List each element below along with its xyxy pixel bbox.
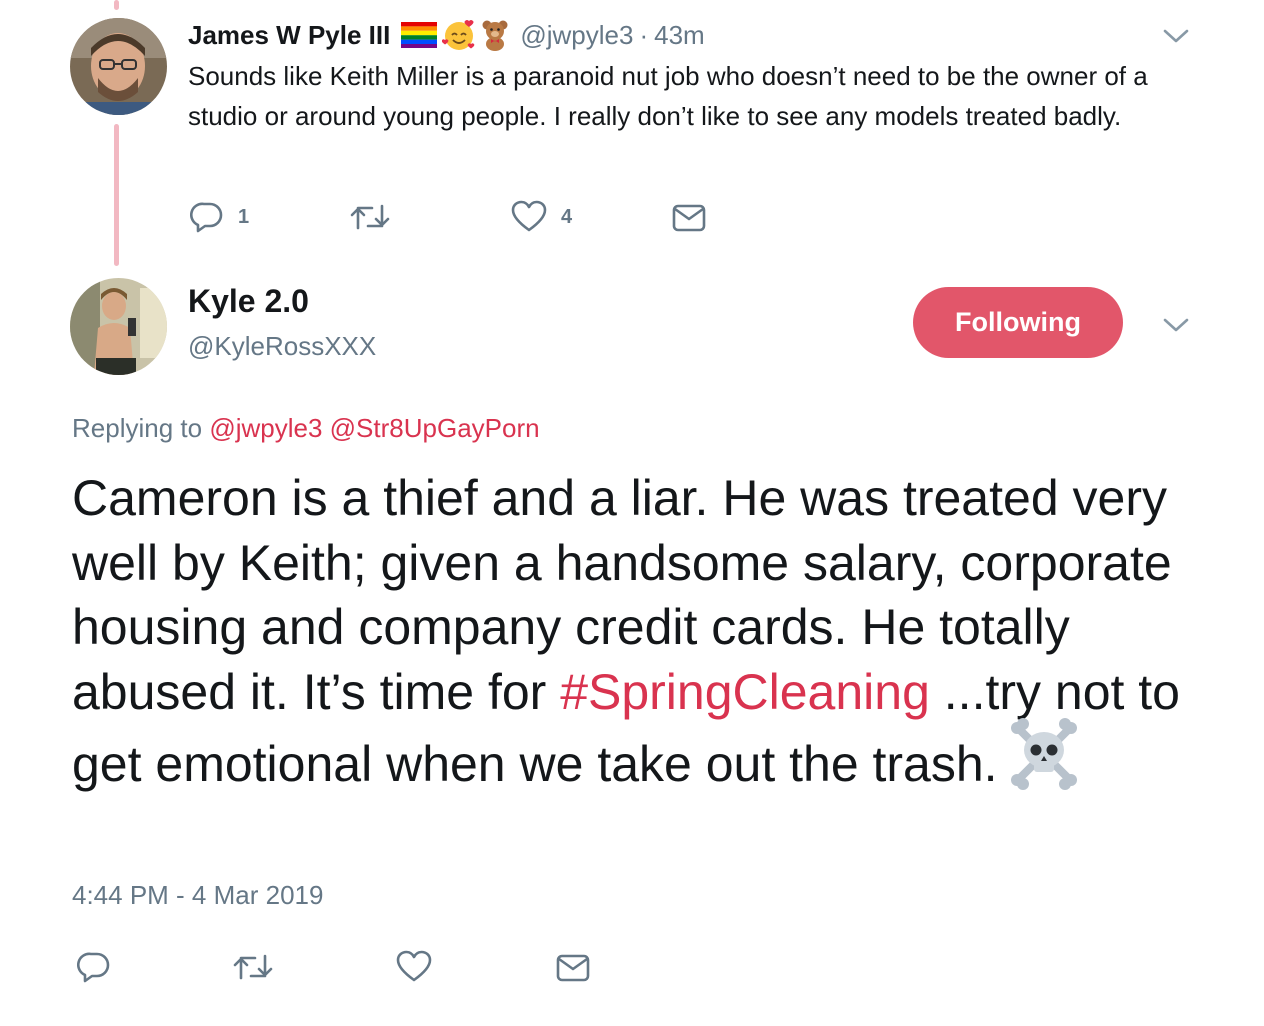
- tweet-timestamp[interactable]: 4:44 PM - 4 Mar 2019: [72, 880, 323, 911]
- reply-action[interactable]: 1: [190, 200, 249, 234]
- retweet-icon[interactable]: [350, 200, 390, 234]
- dm-action[interactable]: [672, 203, 706, 233]
- reply-icon[interactable]: [190, 200, 224, 234]
- dm-action[interactable]: [556, 953, 590, 983]
- replying-to: Replying to @jwpyle3 @Str8UpGayPorn: [72, 413, 540, 444]
- rainbow-flag-icon: [400, 21, 439, 49]
- reply-author-handle[interactable]: @jwpyle3: [520, 20, 633, 51]
- reply-tweet-text: Sounds like Keith Miller is a paranoid n…: [188, 61, 1148, 131]
- avatar-kylerossxxx[interactable]: [70, 278, 167, 375]
- avatar-jwpyle3[interactable]: [70, 18, 167, 115]
- main-tweet-text: Cameron is a thief and a liar. He was tr…: [72, 466, 1212, 812]
- chevron-down-icon[interactable]: [1162, 315, 1190, 335]
- reply-action[interactable]: [77, 950, 111, 984]
- main-author-name[interactable]: Kyle 2.0: [188, 283, 309, 320]
- name-emojis: [400, 18, 510, 52]
- reply-tweet-header: James W Pyle III @jwpyle3 · 43m: [188, 15, 705, 55]
- like-icon[interactable]: [396, 950, 432, 984]
- reply-icon[interactable]: [77, 950, 111, 984]
- reply-author-name[interactable]: James W Pyle III: [188, 20, 390, 51]
- dm-icon[interactable]: [672, 203, 706, 233]
- smiling-face-with-hearts-icon: [442, 20, 475, 50]
- mention-link[interactable]: @Str8UpGayPorn: [330, 413, 540, 443]
- thread-line-top: [114, 0, 119, 10]
- main-author-handle[interactable]: @KyleRossXXX: [188, 331, 376, 362]
- retweet-action[interactable]: [350, 200, 390, 234]
- reply-time[interactable]: 43m: [654, 20, 705, 51]
- hashtag-link[interactable]: #SpringCleaning: [560, 664, 930, 720]
- reply-count: 1: [238, 205, 250, 228]
- replying-prefix: Replying to: [72, 413, 203, 443]
- chevron-down-icon[interactable]: [1162, 26, 1190, 46]
- like-action[interactable]: [396, 950, 432, 984]
- following-button[interactable]: Following: [913, 287, 1123, 358]
- separator-dot: ·: [639, 19, 649, 50]
- retweet-action[interactable]: [233, 950, 273, 984]
- dm-icon[interactable]: [556, 953, 590, 983]
- skull-and-crossbones-icon: [1008, 718, 1080, 806]
- mention-link[interactable]: @jwpyle3: [209, 413, 322, 443]
- like-icon[interactable]: [511, 200, 547, 234]
- teddy-bear-icon: [482, 20, 508, 51]
- retweet-icon[interactable]: [233, 950, 273, 984]
- like-count: 4: [561, 205, 573, 228]
- thread-line: [114, 124, 119, 266]
- like-action[interactable]: 4: [511, 200, 572, 234]
